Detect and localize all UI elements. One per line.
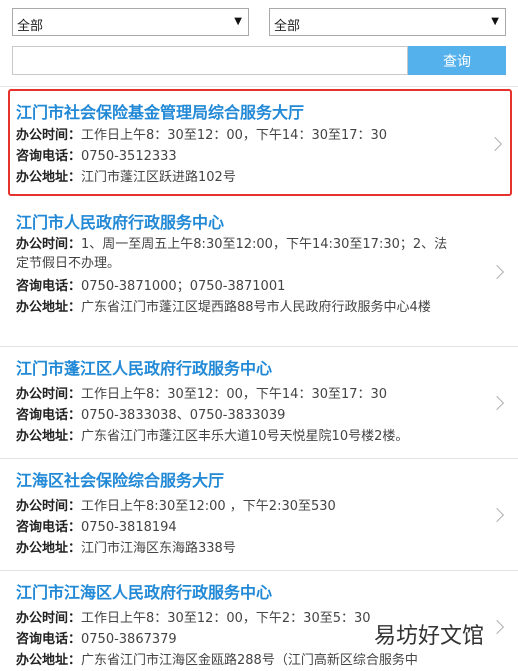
- item-hours-row: 办公时间：工作日上午8：30至12：00，下午14：30至17：30: [16, 126, 456, 145]
- phone-label: 咨询电话：: [16, 632, 82, 647]
- item-phone: 0750-3833038、0750-3833039: [81, 408, 286, 423]
- region-select[interactable]: 全部 ▼: [12, 8, 249, 36]
- item-title: 江门市社会保险基金管理局综合服务大厅: [16, 103, 305, 122]
- item-title: 江门市蓬江区人民政府行政服务中心: [16, 359, 273, 378]
- item-phone-row: 咨询电话：0750-3512333: [16, 147, 456, 166]
- item-hours-row: 办公时间：工作日上午8:30至12:00 ，下午2:30至530: [16, 497, 456, 516]
- query-button[interactable]: 查询: [408, 46, 506, 75]
- item-title: 江门市江海区人民政府行政服务中心: [16, 583, 273, 602]
- divider: [0, 86, 518, 87]
- item-address: 江门市蓬江区跃进路102号: [81, 170, 236, 185]
- item-address-row: 办公地址：广东省江门市蓬江区丰乐大道10号天悦星院10号楼2楼。: [16, 427, 456, 446]
- phone-label: 咨询电话：: [16, 408, 82, 423]
- phone-label: 咨询电话：: [16, 149, 82, 164]
- hours-label: 办公时间：: [16, 499, 82, 514]
- address-label: 办公地址：: [16, 541, 82, 556]
- item-hours: 工作日上午8：30至12：00，下午14：30至17：30: [81, 128, 388, 143]
- item-hours: 工作日上午8：30至12：00，下午14：30至17：30: [81, 387, 388, 402]
- chevron-right-icon: [489, 507, 505, 523]
- watermark: 易坊好文馆: [372, 618, 487, 650]
- item-hours: 工作日上午8：30至12：00，下午2：30至5：30: [81, 611, 371, 626]
- list-item[interactable]: 江门市蓬江区人民政府行政服务中心 办公时间：工作日上午8：30至12：00，下午…: [0, 347, 518, 459]
- item-phone: 0750-3512333: [81, 149, 177, 164]
- item-address: 江门市江海区东海路338号: [81, 541, 236, 556]
- item-phone: 0750-3818194: [81, 520, 177, 535]
- phone-label: 咨询电话：: [16, 279, 82, 294]
- item-address-row: 办公地址：广东省江门市江海区金瓯路288号（江门高新区综合服务中: [16, 651, 456, 670]
- list-item[interactable]: 江门市社会保险基金管理局综合服务大厅 办公时间：工作日上午8：30至12：00，…: [8, 89, 512, 196]
- item-hours-row: 办公时间：1、周一至周五上午8:30至12:00，下午14:30至17:30；2…: [16, 235, 456, 273]
- chevron-right-icon: [489, 619, 505, 635]
- item-hours: 工作日上午8:30至12:00 ，下午2:30至530: [81, 499, 336, 514]
- item-phone: 0750-3871000；0750-3871001: [81, 279, 286, 294]
- item-phone: 0750-3867379: [81, 632, 177, 647]
- dropdown-arrow-icon: ▼: [491, 16, 499, 27]
- hours-label: 办公时间：: [16, 128, 82, 143]
- chevron-right-icon: [489, 264, 505, 280]
- hours-label: 办公时间：: [16, 387, 82, 402]
- item-address: 广东省江门市江海区金瓯路288号（江门高新区综合服务中: [81, 653, 418, 668]
- hours-label: 办公时间：: [16, 611, 82, 626]
- phone-label: 咨询电话：: [16, 520, 82, 535]
- address-label: 办公地址：: [16, 300, 82, 315]
- category-select[interactable]: 全部 ▼: [269, 8, 506, 36]
- item-title: 江门市人民政府行政服务中心: [16, 213, 225, 232]
- item-address-row: 办公地址：江门市江海区东海路338号: [16, 539, 456, 558]
- region-select-value: 全部: [17, 19, 44, 34]
- item-title: 江海区社会保险综合服务大厅: [16, 471, 225, 490]
- category-select-value: 全部: [274, 19, 301, 34]
- item-address-row: 办公地址：江门市蓬江区跃进路102号: [16, 168, 456, 187]
- address-label: 办公地址：: [16, 170, 82, 185]
- item-phone-row: 咨询电话：0750-3833038、0750-3833039: [16, 406, 456, 425]
- item-address-row: 办公地址：广东省江门市蓬江区堤西路88号市人民政府行政服务中心4楼: [16, 298, 456, 317]
- filter-bar: 全部 ▼ 全部 ▼ 查询: [0, 0, 518, 88]
- list-item[interactable]: 江门市人民政府行政服务中心 办公时间：1、周一至周五上午8:30至12:00，下…: [0, 201, 518, 347]
- item-phone-row: 咨询电话：0750-3871000；0750-3871001: [16, 277, 456, 296]
- search-input[interactable]: [12, 46, 408, 75]
- hours-label: 办公时间：: [16, 237, 82, 252]
- item-address: 广东省江门市蓬江区堤西路88号市人民政府行政服务中心4楼: [81, 300, 431, 315]
- address-label: 办公地址：: [16, 429, 82, 444]
- item-hours-row: 办公时间：工作日上午8：30至12：00，下午14：30至17：30: [16, 385, 456, 404]
- chevron-right-icon: [489, 395, 505, 411]
- item-phone-row: 咨询电话：0750-3818194: [16, 518, 456, 537]
- item-hours: 1、周一至周五上午8:30至12:00，下午14:30至17:30；2、法定节假…: [16, 237, 448, 271]
- dropdown-arrow-icon: ▼: [234, 16, 242, 27]
- list-item[interactable]: 江海区社会保险综合服务大厅 办公时间：工作日上午8:30至12:00 ，下午2:…: [0, 459, 518, 571]
- item-address: 广东省江门市蓬江区丰乐大道10号天悦星院10号楼2楼。: [81, 429, 409, 444]
- address-label: 办公地址：: [16, 653, 82, 668]
- chevron-right-icon: [487, 136, 503, 152]
